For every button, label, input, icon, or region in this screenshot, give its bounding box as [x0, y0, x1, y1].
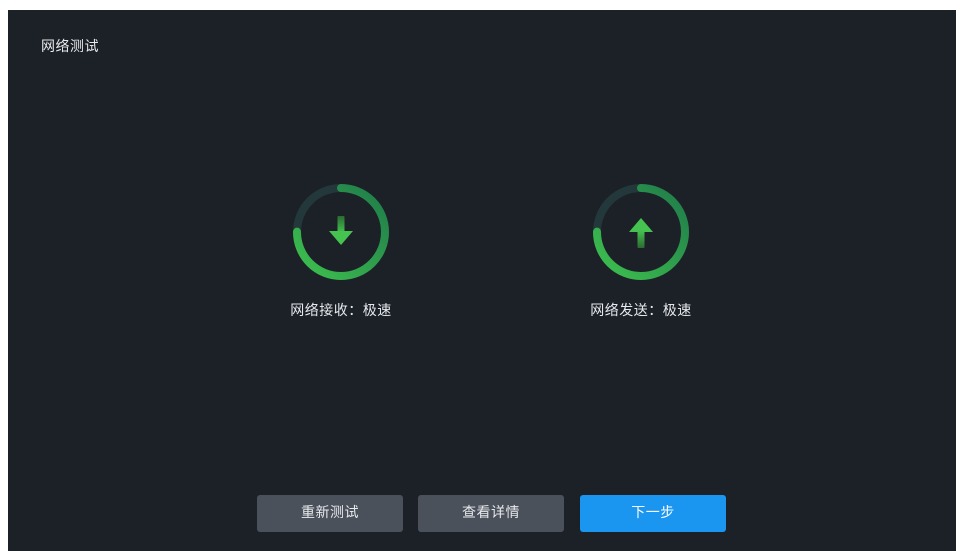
upload-gauge [586, 177, 696, 287]
download-gauge [286, 177, 396, 287]
view-details-button[interactable]: 查看详情 [418, 495, 564, 532]
upload-status-label: 网络发送：极速 [590, 303, 692, 319]
page-title: 网络测试 [41, 39, 99, 55]
next-step-button[interactable]: 下一步 [580, 495, 726, 532]
arrow-down-icon [329, 216, 353, 245]
network-test-panel: 网络测试 网络接收：极速 网络发送：极速 重新测试 查看详情 下一步 [8, 10, 956, 551]
arrow-up-icon [629, 218, 653, 248]
retest-button[interactable]: 重新测试 [257, 495, 403, 532]
download-status-label: 网络接收：极速 [290, 303, 392, 319]
